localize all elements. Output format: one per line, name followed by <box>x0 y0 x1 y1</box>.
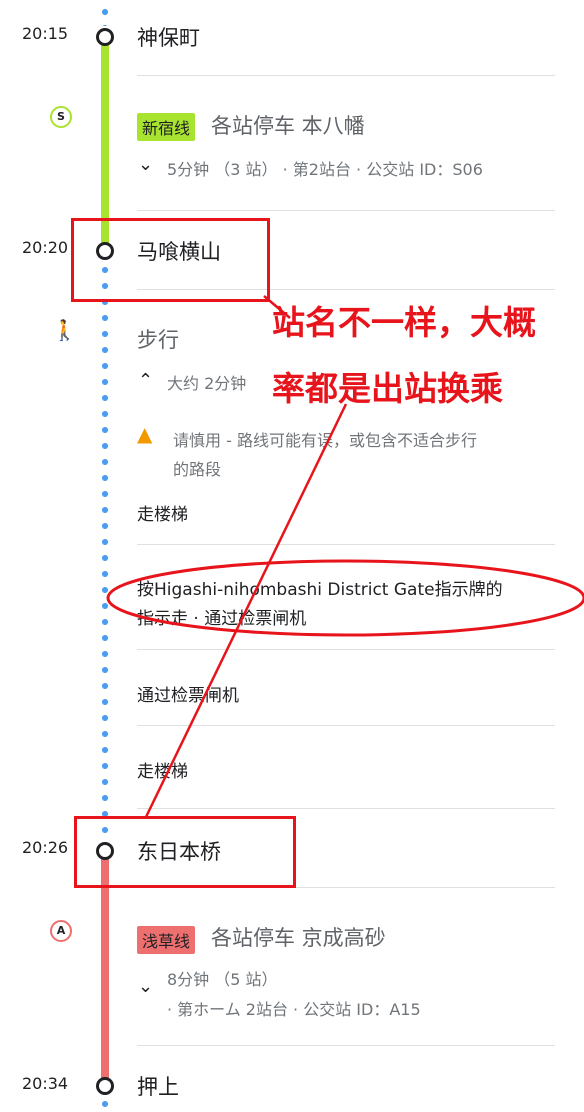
annotation-line-1: 站名不一样，大概 <box>272 303 536 342</box>
annotation-drawing <box>106 295 584 818</box>
annotation-line-2: 率都是出站换乘 <box>272 369 503 408</box>
